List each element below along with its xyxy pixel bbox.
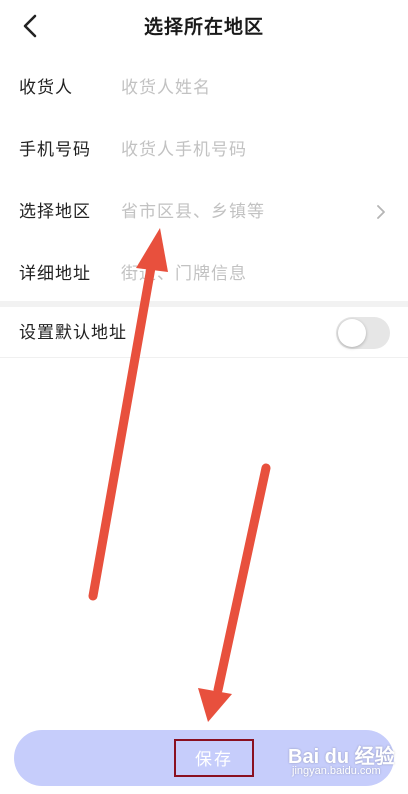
phone-label: 手机号码 — [19, 140, 91, 160]
header: 选择所在地区 — [0, 0, 408, 52]
toggle-knob — [338, 319, 366, 347]
form-row-address: 详细地址 — [0, 244, 408, 304]
recipient-label: 收货人 — [19, 78, 73, 98]
recipient-input[interactable] — [121, 72, 371, 104]
region-select[interactable] — [121, 196, 371, 228]
phone-input[interactable] — [121, 134, 371, 166]
default-address-label: 设置默认地址 — [19, 323, 127, 343]
chevron-right-icon[interactable] — [373, 202, 389, 222]
arrow-down-to-save — [198, 463, 271, 722]
address-label: 详细地址 — [19, 264, 91, 284]
save-button-label[interactable]: 保存 — [174, 739, 254, 777]
form-row-phone: 手机号码 — [0, 120, 408, 180]
baidu-jingyan-watermark: Bai du 经验 jingyan.baidu.com — [288, 740, 398, 784]
form-row-region[interactable]: 选择地区 — [0, 182, 408, 242]
default-address-toggle[interactable] — [336, 317, 390, 349]
form-row-recipient: 收货人 — [0, 58, 408, 118]
region-label: 选择地区 — [19, 202, 91, 222]
watermark-url: jingyan.baidu.com — [292, 765, 381, 777]
address-input[interactable] — [121, 258, 371, 290]
row-divider — [0, 357, 408, 358]
page-title: 选择所在地区 — [143, 16, 264, 38]
